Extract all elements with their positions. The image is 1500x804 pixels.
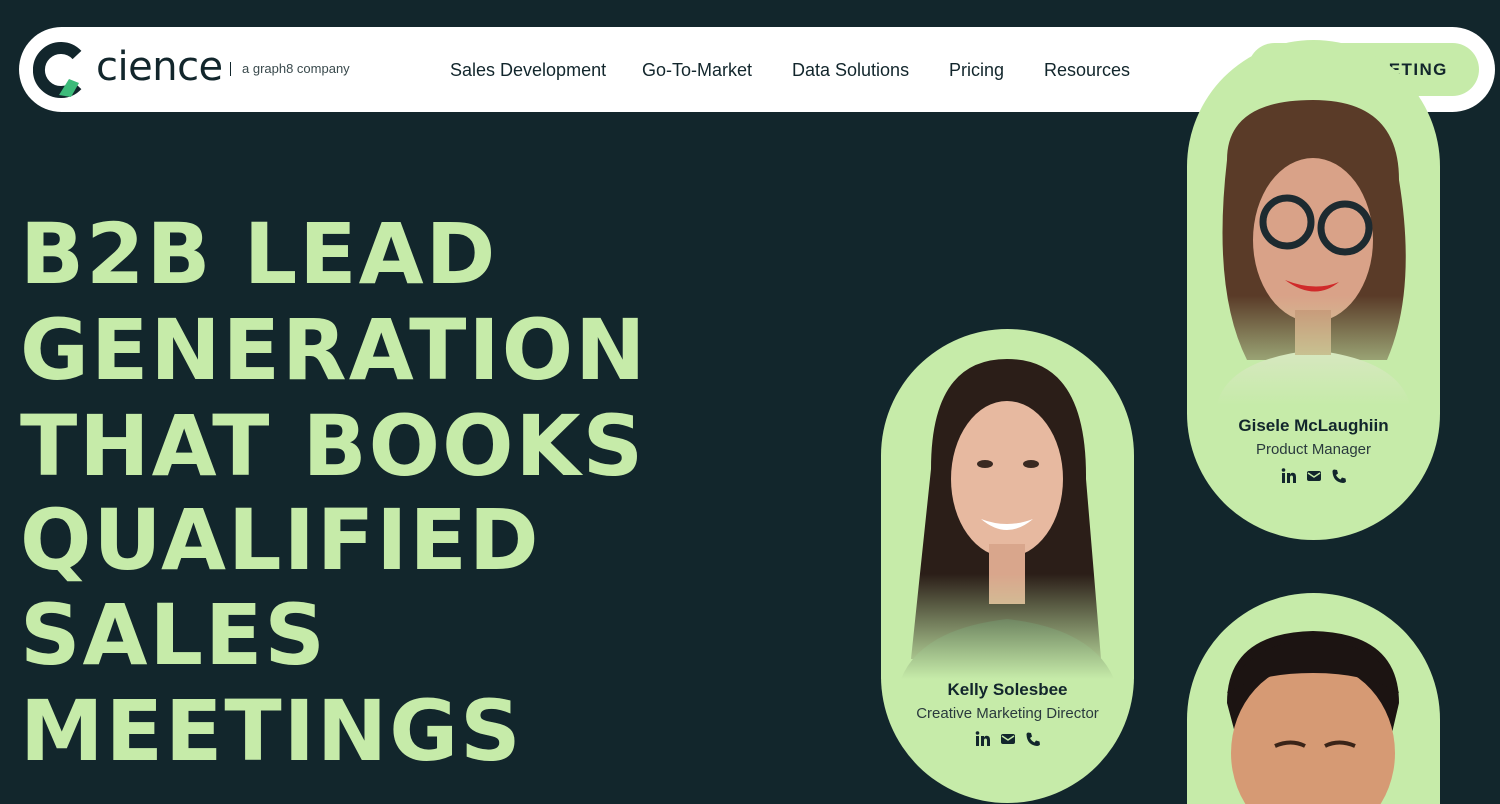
nav-resources[interactable]: Resources <box>1044 59 1130 81</box>
cience-logo-icon[interactable] <box>33 41 83 99</box>
person-portrait <box>1227 631 1399 804</box>
hero-line: SALES <box>20 586 327 684</box>
hero-line: GENERATION <box>20 301 648 399</box>
email-icon[interactable] <box>1306 468 1322 484</box>
person-name: Kelly Solesbee <box>947 680 1068 699</box>
person-name: Gisele McLaughiin <box>1238 416 1389 435</box>
team-card <box>1187 593 1440 804</box>
team-card: Kelly Solesbee Creative Marketing Direct… <box>881 329 1134 803</box>
person-portrait <box>881 329 1134 679</box>
person-role: Creative Marketing Director <box>916 705 1099 722</box>
phone-icon[interactable] <box>1331 468 1347 484</box>
nav-sales-development[interactable]: Sales Development <box>450 59 606 81</box>
brand-tagline: a graph8 company <box>242 61 350 76</box>
hero-line: B2B LEAD <box>20 205 498 303</box>
brand-divider <box>230 62 231 76</box>
hero-line: QUALIFIED <box>20 491 541 589</box>
brand-name[interactable]: cience <box>96 43 223 91</box>
nav-data-solutions[interactable]: Data Solutions <box>792 59 909 81</box>
phone-icon[interactable] <box>1025 731 1041 747</box>
linkedin-icon[interactable] <box>975 731 991 747</box>
contact-icons <box>881 731 1134 747</box>
hero-line: THAT BOOKS <box>20 397 646 495</box>
team-card: Gisele McLaughiin Product Manager <box>1187 40 1440 540</box>
person-portrait <box>1187 40 1440 405</box>
hero-line: MEETINGS <box>20 682 523 780</box>
contact-icons <box>1187 468 1440 484</box>
person-role: Product Manager <box>1255 441 1372 458</box>
linkedin-icon[interactable] <box>1281 468 1297 484</box>
email-icon[interactable] <box>1000 731 1016 747</box>
nav-pricing[interactable]: Pricing <box>949 59 1004 81</box>
nav-go-to-market[interactable]: Go-To-Market <box>642 59 752 81</box>
